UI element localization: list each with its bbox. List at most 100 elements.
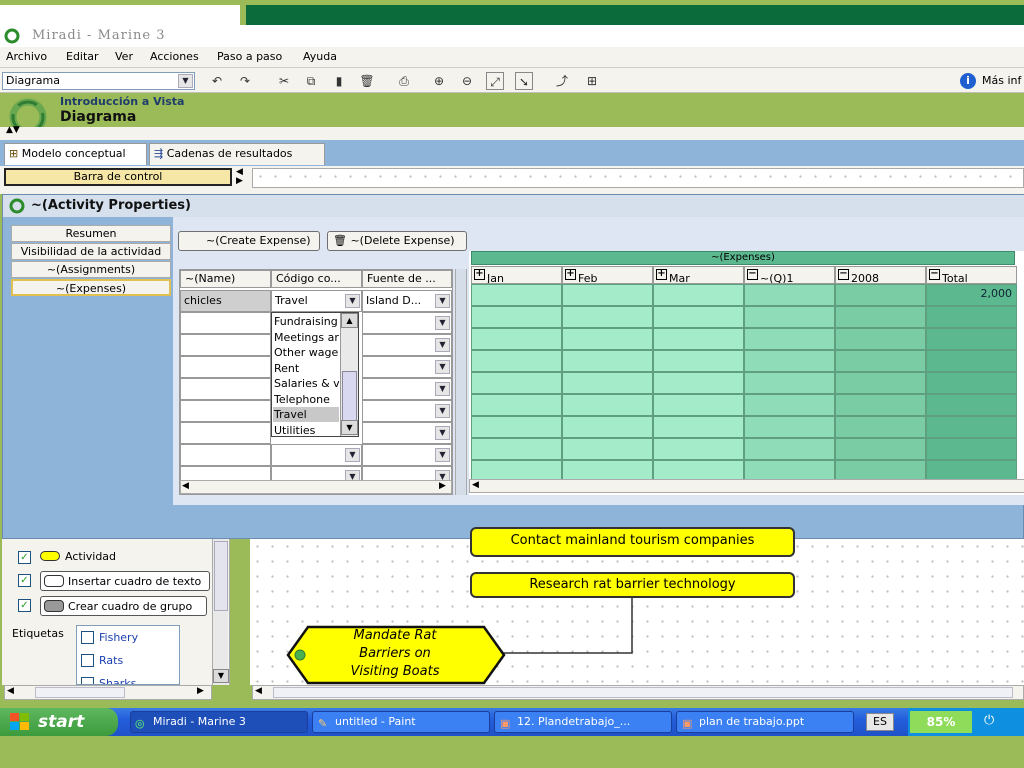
task-miradi[interactable]: ◎ Miradi - Marine 3 <box>130 711 308 733</box>
zoom-out-icon[interactable]: ⊖ <box>458 72 476 90</box>
scroll-left-icon[interactable]: ◀ <box>182 481 189 491</box>
col-header-source[interactable]: Fuente de ... <box>362 270 452 288</box>
tab-results-chain[interactable]: ⇶ Cadenas de resultados <box>149 143 325 165</box>
expense-cell[interactable] <box>471 284 562 306</box>
zoom-in-icon[interactable]: ⊕ <box>430 72 448 90</box>
menu-editar[interactable]: Editar <box>66 50 99 63</box>
battery-indicator[interactable]: 85% <box>910 711 972 733</box>
undo-icon[interactable]: ↶ <box>208 72 226 90</box>
chevron-down-icon[interactable]: ▼ <box>345 448 360 462</box>
collapse-minus-icon[interactable]: − <box>838 269 849 280</box>
task-plan-ppt[interactable]: ▣ plan de trabajo.ppt <box>676 711 854 733</box>
tag-item[interactable]: Sharks <box>81 676 136 684</box>
nav-assignments[interactable]: ~(Assignments) <box>11 261 171 278</box>
canvas-hscrollbar[interactable]: ◀ <box>252 685 1024 700</box>
tag-checkbox[interactable] <box>81 630 94 644</box>
expense-cell[interactable] <box>471 416 562 438</box>
expense-cell[interactable] <box>471 306 562 328</box>
expense-cell[interactable] <box>562 284 653 306</box>
expand-plus-icon[interactable]: + <box>656 269 667 280</box>
copy-icon[interactable]: ⧉ <box>302 72 320 90</box>
source-combo[interactable]: ▼ <box>362 334 452 356</box>
source-combo[interactable]: ▼ <box>362 312 452 334</box>
expense-cell[interactable] <box>835 306 926 328</box>
splitter-arrows-icon[interactable]: ◀ ▶ <box>236 168 243 186</box>
name-cell[interactable] <box>180 444 271 466</box>
expense-col-header[interactable]: + Mar <box>653 266 744 284</box>
tag-item[interactable]: Rats <box>81 653 123 669</box>
expense-cell[interactable] <box>653 372 744 394</box>
chevron-down-icon[interactable]: ▼ <box>435 382 450 396</box>
table-hscrollbar[interactable]: ◀ ▶ <box>180 480 452 494</box>
scroll-thumb[interactable] <box>342 371 357 421</box>
expense-cell[interactable] <box>744 394 835 416</box>
scroll-thumb[interactable] <box>214 541 228 611</box>
menu-archivo[interactable]: Archivo <box>6 50 47 63</box>
node-research-rat-barrier[interactable]: Research rat barrier technology <box>470 572 795 598</box>
chevron-down-icon[interactable]: ▼ <box>435 360 450 374</box>
menu-ver[interactable]: Ver <box>115 50 133 63</box>
expense-cell[interactable] <box>471 438 562 460</box>
nav-expenses[interactable]: ~(Expenses) <box>11 279 171 296</box>
expense-cell[interactable] <box>926 438 1017 460</box>
diagram-canvas[interactable]: Contact mainland tourism companies Resea… <box>250 527 1024 685</box>
expense-cell[interactable] <box>926 416 1017 438</box>
expense-cell[interactable] <box>835 284 926 306</box>
task-plandetrabajo[interactable]: ▣ 12. Plandetrabajo_... <box>494 711 672 733</box>
scroll-down-icon[interactable]: ▼ <box>213 669 229 683</box>
scroll-left-icon[interactable]: ◀ <box>7 686 14 696</box>
scroll-right-icon[interactable]: ▶ <box>439 481 446 491</box>
node-contact-mainland[interactable]: Contact mainland tourism companies <box>470 527 795 557</box>
chevron-down-icon[interactable]: ▼ <box>435 338 450 352</box>
expense-col-header[interactable]: + Feb <box>562 266 653 284</box>
expense-cell[interactable] <box>744 350 835 372</box>
chevron-down-icon[interactable]: ▼ <box>435 294 450 308</box>
expense-cell[interactable] <box>653 306 744 328</box>
name-cell[interactable] <box>180 356 271 378</box>
paste-icon[interactable]: ▮ <box>330 72 348 90</box>
code-option[interactable]: Telephone <box>273 392 339 407</box>
collapse-toggle[interactable]: ▲▼ <box>0 125 1024 140</box>
chevron-down-icon[interactable]: ▼ <box>435 426 450 440</box>
expense-cell[interactable] <box>562 394 653 416</box>
nav-resumen[interactable]: Resumen <box>11 225 171 242</box>
code-option[interactable]: Travel <box>273 407 339 422</box>
dropdown-scrollbar[interactable]: ▲ ▼ <box>340 313 358 436</box>
expense-cell[interactable] <box>926 306 1017 328</box>
legend-check-textbox[interactable]: ✓ <box>18 574 31 587</box>
info-button[interactable]: i Más inf <box>958 71 1024 91</box>
scroll-thumb[interactable] <box>35 687 125 698</box>
splitter[interactable] <box>455 269 467 495</box>
expense-cell[interactable] <box>653 394 744 416</box>
code-combo[interactable]: Travel ▼ <box>271 290 362 312</box>
code-option[interactable]: Meetings ar <box>273 330 339 345</box>
code-option[interactable]: Fundraising <box>273 314 339 329</box>
cut-icon[interactable]: ✂ <box>275 72 293 90</box>
expense-cell[interactable] <box>835 350 926 372</box>
grid-hscrollbar[interactable]: ◀ <box>469 479 1024 493</box>
pointer-icon[interactable]: ➘ <box>515 72 533 90</box>
nav-visibilidad[interactable]: Visibilidad de la actividad <box>11 243 171 260</box>
expense-col-header[interactable]: − Total <box>926 266 1017 284</box>
menu-ayuda[interactable]: Ayuda <box>303 50 337 63</box>
expense-cell[interactable] <box>471 372 562 394</box>
source-combo[interactable]: Island D... ▼ <box>362 290 452 312</box>
expense-cell[interactable] <box>926 350 1017 372</box>
collapse-minus-icon[interactable]: − <box>929 269 940 280</box>
tag-checkbox[interactable] <box>81 653 94 667</box>
delete-expense-button[interactable]: 🗑 ~(Delete Expense) <box>327 231 467 251</box>
expand-plus-icon[interactable]: + <box>474 269 485 280</box>
legend-hscrollbar[interactable]: ◀ ▶ <box>4 685 212 700</box>
name-cell[interactable] <box>180 312 271 334</box>
expense-col-header[interactable]: − ~(Q)1 <box>744 266 835 284</box>
code-option[interactable]: Utilities <box>273 423 339 438</box>
expense-cell[interactable] <box>653 416 744 438</box>
code-option[interactable]: Salaries & v <box>273 376 339 391</box>
redo-icon[interactable]: ↷ <box>236 72 254 90</box>
power-plug-icon[interactable]: ⏻ <box>984 713 994 728</box>
delete-icon[interactable]: 🗑 <box>358 72 376 90</box>
legend-check-groupbox[interactable]: ✓ <box>18 599 31 612</box>
source-combo[interactable]: ▼ <box>362 444 452 466</box>
hierarchy-icon[interactable]: ⊞ <box>583 72 601 90</box>
expense-cell[interactable] <box>835 372 926 394</box>
